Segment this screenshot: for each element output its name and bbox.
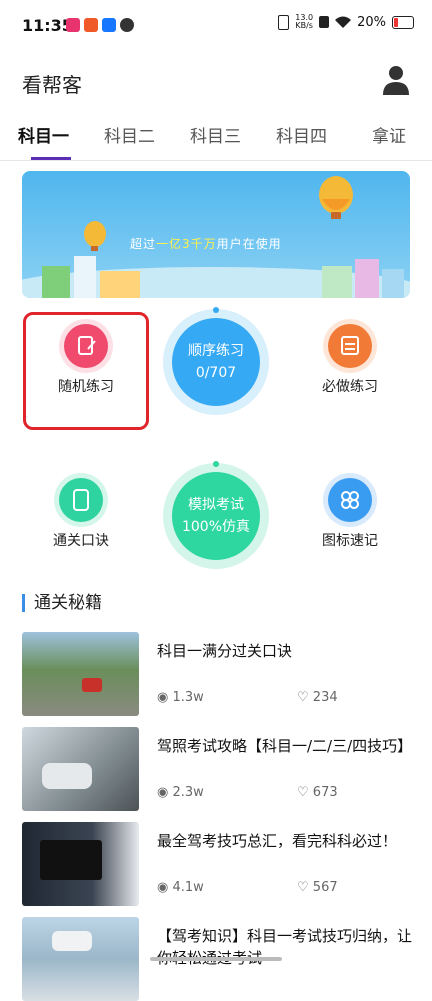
wifi-icon (335, 16, 352, 28)
must-do-practice-label: 必做练习 (322, 379, 378, 395)
heart-icon: ♡ (297, 690, 309, 705)
likes-count: ♡ 673 (297, 785, 338, 800)
heart-icon: ♡ (297, 785, 309, 800)
views-count: ◉ 1.3w (157, 690, 204, 705)
scroll-icon (59, 478, 103, 522)
app-header: 看帮客 (0, 50, 432, 112)
status-indicators: 13.0 KB/s 20% (278, 14, 414, 30)
alipay-icon (102, 18, 116, 32)
vibrate-icon (278, 14, 290, 30)
sim-icon (319, 16, 330, 28)
subject-tabs: 科目一 科目二 科目三 科目四 拿证 (0, 112, 432, 161)
article-thumbnail (22, 917, 139, 1001)
sequence-practice-progress: 0/707 (195, 365, 237, 381)
mock-exam-title: 模拟考试 (188, 497, 244, 513)
battery-percent: 20% (357, 14, 386, 30)
link-icon (120, 18, 134, 32)
app-title: 看帮客 (22, 73, 82, 97)
grid-icon (328, 478, 372, 522)
likes-count: ♡ 234 (297, 690, 338, 705)
tab-subject-three[interactable]: 科目三 (190, 122, 241, 147)
banner-text: 超过一亿3千万用户在使用 (130, 237, 282, 251)
promo-banner[interactable]: 超过一亿3千万用户在使用 (22, 171, 410, 298)
sign-memory-label: 图标速记 (322, 533, 378, 549)
article-item[interactable]: 驾照考试攻略【科目一/二/三/四技巧】 ◉ 2.3w ♡ 673 (22, 727, 412, 811)
sign-memory-button[interactable]: 图标速记 (290, 478, 410, 550)
eye-icon: ◉ (157, 880, 169, 895)
tab-get-license[interactable]: 拿证 (372, 122, 406, 147)
notification-app-icon (66, 18, 80, 32)
article-item[interactable]: 科目一满分过关口诀 ◉ 1.3w ♡ 234 (22, 632, 410, 716)
progress-dot (213, 307, 219, 313)
active-tab-indicator (31, 157, 71, 160)
status-bar: 11:35 13.0 KB/s 20% (0, 0, 432, 50)
article-title: 【驾考知识】科目一考试技巧归纳，让你轻松通过考试 (157, 927, 413, 967)
heart-icon: ♡ (297, 880, 309, 895)
checklist-icon (328, 324, 372, 368)
likes-count: ♡ 567 (297, 880, 338, 895)
must-do-practice-button[interactable]: 必做练习 (290, 324, 410, 396)
home-indicator (150, 957, 282, 961)
article-title: 最全驾考技巧总汇，看完科科必过！ (157, 832, 398, 850)
sequence-practice-title: 顺序练习 (188, 343, 244, 359)
passing-tips-button[interactable]: 通关口诀 (21, 478, 141, 550)
hot-air-balloon-icon (319, 176, 353, 219)
article-thumbnail (22, 822, 139, 906)
tab-subject-four[interactable]: 科目四 (276, 122, 327, 147)
views-count: ◉ 2.3w (157, 785, 204, 800)
article-title: 驾照考试攻略【科目一/二/三/四技巧】 (157, 737, 413, 755)
tab-subject-one[interactable]: 科目一 (18, 122, 69, 147)
passing-tips-label: 通关口诀 (53, 533, 109, 549)
mock-exam-button[interactable]: 模拟考试 100%仿真 (172, 472, 260, 560)
sequence-practice-button[interactable]: 顺序练习 0/707 (172, 318, 260, 406)
notification-app-icon (84, 18, 98, 32)
article-item[interactable]: 最全驾考技巧总汇，看完科科必过！ ◉ 4.1w ♡ 567 (22, 822, 410, 906)
user-icon[interactable] (382, 65, 410, 95)
eye-icon: ◉ (157, 690, 169, 705)
views-count: ◉ 4.1w (157, 880, 204, 895)
network-speed: 13.0 KB/s (295, 13, 314, 30)
battery-icon (392, 15, 414, 29)
article-thumbnail (22, 632, 139, 716)
mock-exam-subtitle: 100%仿真 (181, 519, 251, 535)
tab-subject-two[interactable]: 科目二 (104, 122, 155, 147)
article-thumbnail (22, 727, 139, 811)
eye-icon: ◉ (157, 785, 169, 800)
section-title: 通关秘籍 (22, 594, 102, 612)
hot-air-balloon-icon (84, 221, 106, 251)
highlight-frame (23, 312, 149, 430)
article-title: 科目一满分过关口诀 (157, 642, 293, 660)
progress-dot (213, 461, 219, 467)
